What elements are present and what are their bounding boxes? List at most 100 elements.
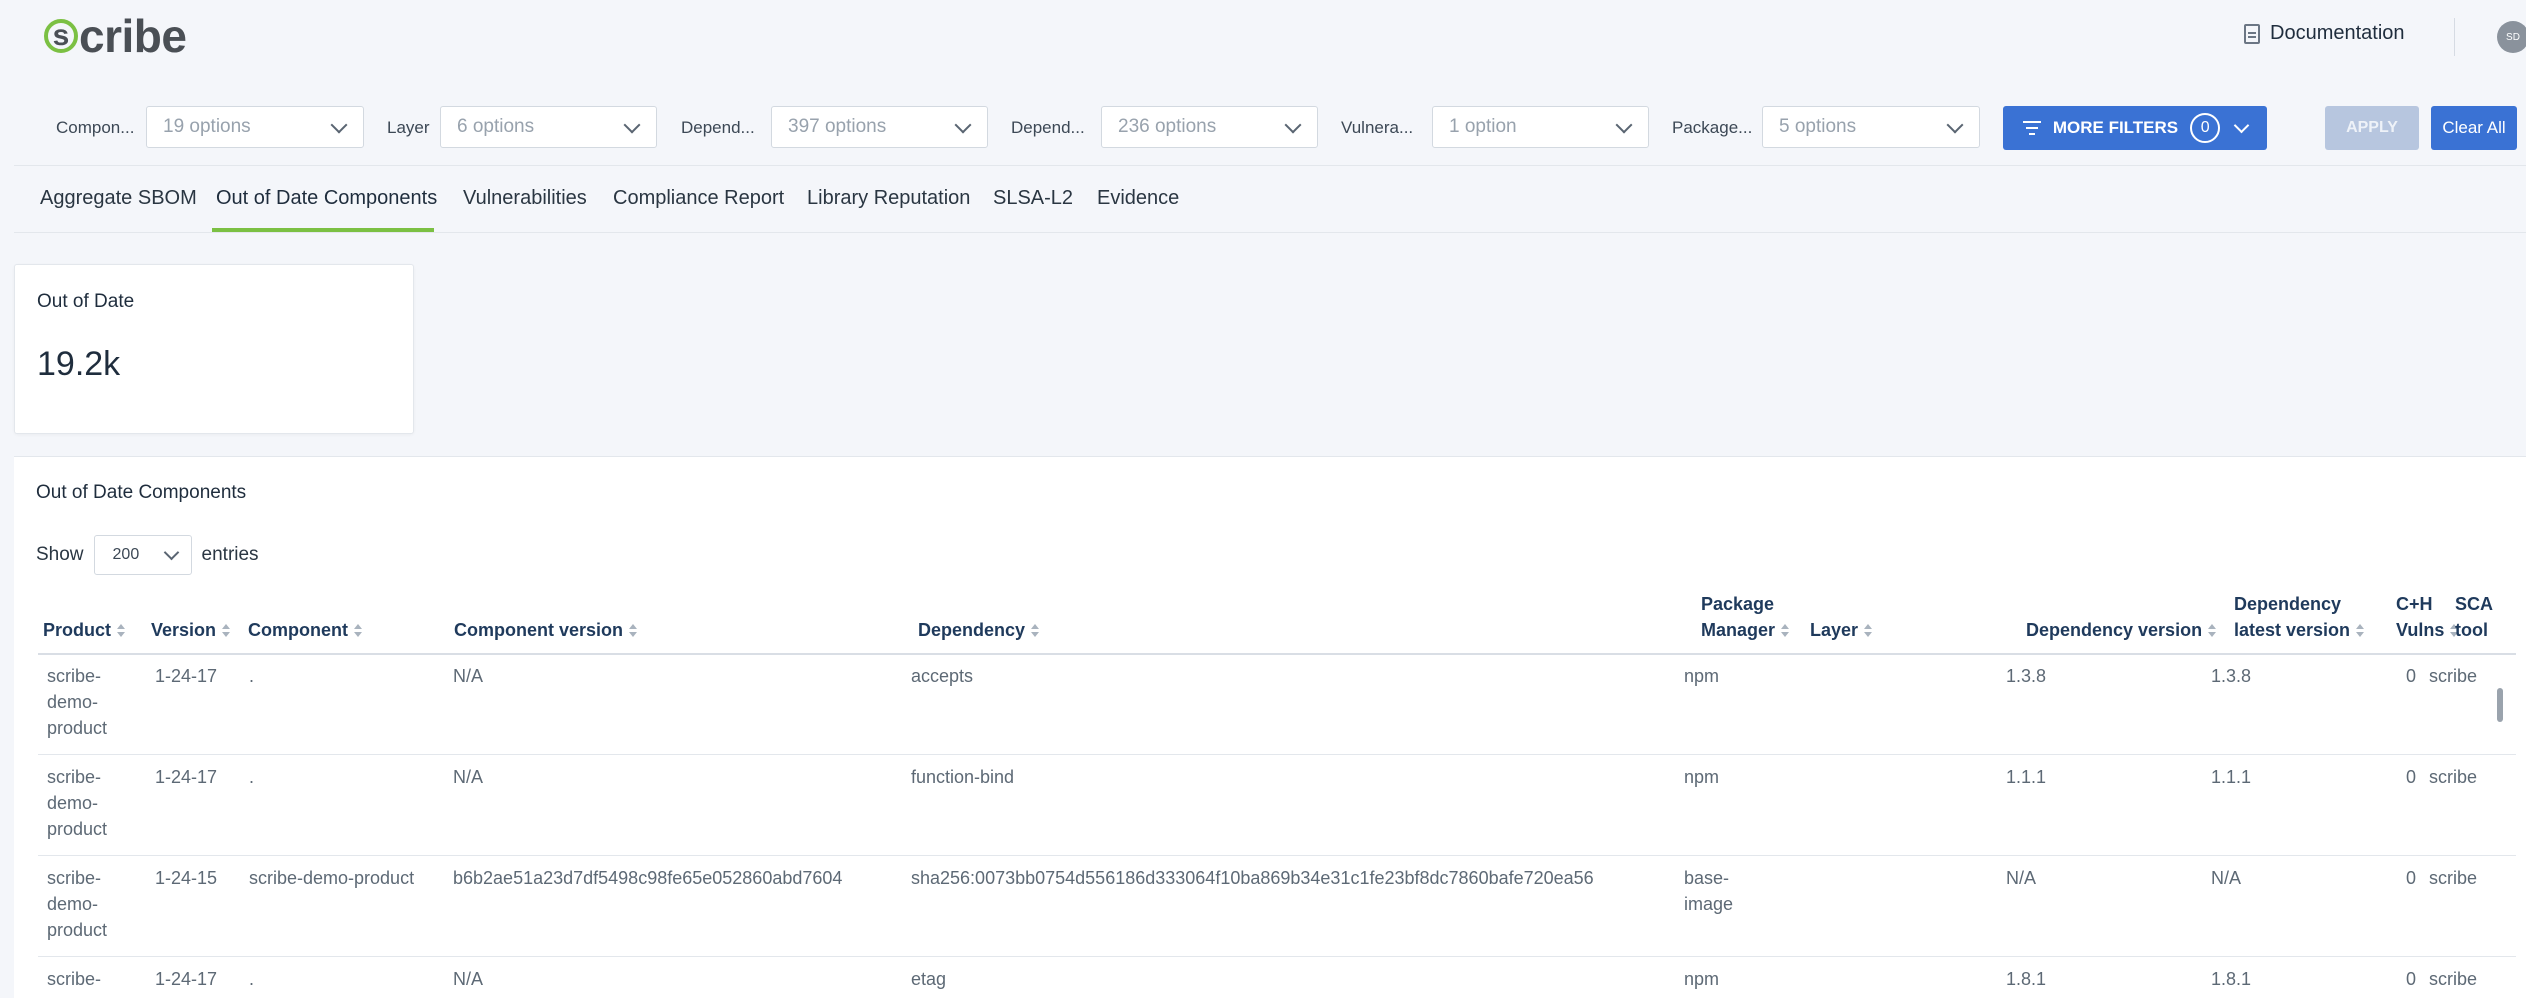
- cell-version: 1-24-15: [155, 868, 218, 888]
- cell-component: .: [249, 666, 255, 686]
- cell-vulns: 0: [2405, 969, 2416, 989]
- column-header-dependency[interactable]: Dependency: [918, 617, 1040, 643]
- cell-dependency-version: 1.1.1: [2006, 767, 2047, 787]
- page-size-select[interactable]: 200: [93, 535, 192, 575]
- cell-version: 1-24-17: [155, 969, 218, 989]
- column-header-vulns[interactable]: C+H Vulns: [2396, 591, 2459, 643]
- show-entries-control: Show 200 entries: [36, 535, 259, 575]
- cell-latest-version: 1.1.1: [2211, 767, 2252, 787]
- tab-slsa-l2[interactable]: SLSA-L2: [993, 187, 1073, 210]
- more-filters-button[interactable]: MORE FILTERS 0: [2003, 106, 2267, 150]
- chevron-down-icon: [954, 116, 972, 134]
- cell-sca-tool: scribe: [2429, 767, 2478, 787]
- logo-initial: s: [44, 19, 78, 53]
- cell-product: scribe-demo-product: [47, 666, 108, 738]
- cell-dependency: etag: [911, 969, 947, 989]
- row-divider: [38, 956, 2516, 957]
- tab-compliance-report[interactable]: Compliance Report: [613, 187, 784, 210]
- cell-product: scribe-demo-product: [47, 767, 108, 839]
- row-divider: [38, 754, 2516, 755]
- cell-package-manager: npm: [1684, 767, 1720, 787]
- cell-package-manager: npm: [1684, 969, 1720, 989]
- dependency-filter-select[interactable]: 397 options: [771, 106, 988, 148]
- tab-evidence[interactable]: Evidence: [1097, 187, 1179, 210]
- tab-vulnerabilities[interactable]: Vulnerabilities: [463, 187, 587, 210]
- sort-icon: [1031, 624, 1040, 638]
- cell-component: .: [249, 767, 255, 787]
- cell-dependency-version: 1.8.1: [2006, 969, 2047, 989]
- sort-icon: [117, 624, 126, 638]
- page-size-value: 200: [112, 546, 140, 563]
- sort-icon: [222, 624, 231, 638]
- cell-component: scribe-demo-product: [249, 868, 415, 888]
- tab-aggregate-sbom[interactable]: Aggregate SBOM: [40, 187, 197, 210]
- cell-latest-version: N/A: [2211, 868, 2242, 888]
- row-divider: [38, 855, 2516, 856]
- filter-icon: [2022, 121, 2041, 135]
- cell-component: .: [249, 969, 255, 989]
- cell-version: 1-24-17: [155, 767, 218, 787]
- package-manager-filter-select[interactable]: 5 options: [1762, 106, 1980, 148]
- filter-label-component: Compon...: [56, 118, 135, 137]
- table-scrollbar[interactable]: [2497, 688, 2503, 722]
- cell-dependency: function-bind: [911, 767, 1015, 787]
- app-header: s cribe Documentation SD: [0, 0, 2526, 72]
- documentation-link[interactable]: Documentation: [2244, 22, 2405, 45]
- dependency-version-filter-select[interactable]: 236 options: [1101, 106, 1318, 148]
- column-header-version[interactable]: Version: [151, 617, 231, 643]
- cell-dependency-version: 1.3.8: [2006, 666, 2047, 686]
- stat-card-title: Out of Date: [37, 291, 135, 312]
- component-filter-select[interactable]: 19 options: [146, 106, 364, 148]
- logo-text: cribe: [79, 10, 187, 62]
- document-icon: [2244, 23, 2260, 44]
- column-header-sca-tool[interactable]: SCA tool: [2455, 591, 2493, 643]
- chevron-down-icon: [1284, 116, 1302, 134]
- tab-out-of-date-components[interactable]: Out of Date Components: [216, 187, 437, 210]
- filter-label-layer: Layer: [387, 118, 430, 137]
- cell-sca-tool: scribe: [2429, 969, 2478, 989]
- cell-component-version: N/A: [453, 666, 484, 686]
- column-header-dependency-version[interactable]: Dependency version: [2026, 617, 2217, 643]
- column-header-dependency-latest-version[interactable]: Dependency latest version: [2234, 591, 2365, 643]
- cell-vulns: 0: [2405, 767, 2416, 787]
- cell-product: scribe-: [47, 969, 102, 989]
- more-filters-count-badge: 0: [2190, 113, 2221, 143]
- table-title: Out of Date Components: [36, 482, 247, 503]
- filter-label-vulnerability: Vulnera...: [1341, 118, 1414, 137]
- cell-sca-tool: scribe: [2429, 666, 2478, 686]
- chevron-down-icon: [2233, 117, 2250, 133]
- vulnerability-filter-select[interactable]: 1 option: [1432, 106, 1649, 148]
- clear-all-button[interactable]: Clear All: [2431, 106, 2517, 150]
- sort-icon: [629, 624, 638, 638]
- filter-label-dependency-version: Depend...: [1011, 118, 1085, 137]
- out-of-date-stat-card: Out of Date 19.2k: [14, 264, 414, 434]
- sort-icon: [353, 624, 362, 638]
- cell-version: 1-24-17: [155, 666, 218, 686]
- filter-label-package-manager: Package...: [1672, 118, 1753, 137]
- column-header-layer[interactable]: Layer: [1810, 617, 1873, 643]
- tab-library-reputation[interactable]: Library Reputation: [807, 187, 970, 210]
- show-label: Show: [36, 544, 84, 565]
- sort-icon: [1864, 624, 1873, 638]
- user-avatar[interactable]: SD: [2497, 21, 2526, 53]
- out-of-date-components-panel: Out of Date Components Show 200 entries …: [14, 456, 2526, 998]
- table-header-divider: [38, 653, 2516, 655]
- column-header-component-version[interactable]: Component version: [454, 617, 638, 643]
- column-header-component[interactable]: Component: [248, 617, 362, 643]
- column-header-package-manager[interactable]: Package Manager: [1701, 591, 1790, 643]
- scribe-logo[interactable]: s cribe: [44, 10, 187, 62]
- sort-icon: [1781, 624, 1790, 638]
- stat-card-value: 19.2k: [37, 345, 121, 383]
- apply-button[interactable]: APPLY: [2325, 106, 2419, 150]
- documentation-label: Documentation: [2270, 22, 2405, 44]
- cell-vulns: 0: [2405, 868, 2416, 888]
- cell-dependency-version: N/A: [2006, 868, 2037, 888]
- tab-divider: [14, 232, 2526, 233]
- layer-filter-select[interactable]: 6 options: [440, 106, 657, 148]
- dependency-version-filter-value: 236 options: [1118, 116, 1217, 137]
- cell-dependency: sha256:0073bb0754d556186d333064f10ba869b…: [911, 868, 1594, 888]
- cell-vulns: 0: [2405, 666, 2416, 686]
- column-header-product[interactable]: Product: [43, 617, 126, 643]
- header-divider: [2454, 18, 2455, 56]
- component-filter-value: 19 options: [163, 116, 251, 137]
